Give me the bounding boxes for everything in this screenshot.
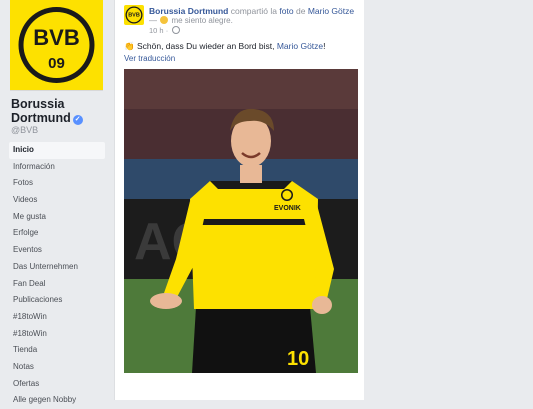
sponsor-text: EVONIK	[274, 205, 301, 212]
tagged-user-link[interactable]: Mario Götze	[308, 6, 354, 16]
right-pane	[364, 0, 533, 400]
sidebar-item-me-gusta[interactable]: Me gusta	[9, 209, 105, 226]
post-card: BVB Borussia Dortmund compartió la foto …	[114, 0, 365, 400]
clap-hand-icon: 👏	[124, 41, 135, 51]
post-photo-link[interactable]: foto	[279, 6, 293, 16]
sidebar-item-unternehmen[interactable]: Das Unternehmen	[9, 259, 105, 276]
verified-badge-icon: ✓	[72, 115, 83, 125]
sidebar-nav: Inicio Información Fotos Videos Me gusta…	[9, 142, 105, 409]
svg-text:BVB: BVB	[128, 13, 140, 19]
svg-text:09: 09	[48, 55, 65, 72]
post-timestamp[interactable]: 10 h ·	[149, 26, 181, 35]
shirt-number-text: 10	[287, 348, 309, 370]
sidebar-item-fan-deal[interactable]: Fan Deal	[9, 276, 105, 293]
sidebar-item-fotos[interactable]: Fotos	[9, 175, 105, 192]
sidebar-item-notas[interactable]: Notas	[9, 359, 105, 376]
author-avatar[interactable]: BVB	[124, 5, 144, 25]
sidebar-item-publicaciones[interactable]: Publicaciones	[9, 292, 105, 309]
sidebar-item-eventos[interactable]: Eventos	[9, 242, 105, 259]
see-translation-link[interactable]: Ver traducción	[124, 54, 175, 63]
sidebar-item-videos[interactable]: Videos	[9, 192, 105, 209]
sidebar-item-erfolge[interactable]: Erfolge	[9, 225, 105, 242]
sidebar-item-ofertas[interactable]: Ofertas	[9, 376, 105, 393]
sidebar-item-18towin[interactable]: #18toWin	[9, 309, 105, 326]
post-action-text: compartió la	[230, 6, 278, 16]
page-sidebar: BVB 09 Borussia Dortmund ✓ @BVB Inicio In…	[0, 0, 111, 404]
globe-icon	[172, 26, 181, 34]
page-title[interactable]: Borussia Dortmund ✓	[11, 97, 106, 125]
post-feeling: — me siento alegre.	[149, 16, 233, 25]
sidebar-item-inicio[interactable]: Inicio	[9, 142, 105, 159]
post-author-link[interactable]: Borussia Dortmund	[149, 6, 228, 16]
post-photo[interactable]: ACT 10 EVONIK	[124, 69, 358, 373]
svg-text:BVB: BVB	[33, 25, 79, 50]
happy-emoji-icon	[160, 16, 169, 24]
post-text: 👏 Schön, dass Du wieder an Bord bist, Ma…	[124, 41, 326, 51]
sidebar-item-tienda[interactable]: Tienda	[9, 342, 105, 359]
post-mention-link[interactable]: Mario Götze	[277, 41, 323, 51]
post-header: Borussia Dortmund compartió la foto de M…	[149, 6, 354, 16]
post-action-prep: de	[295, 6, 306, 16]
sidebar-item-alle-gegen-nobby[interactable]: Alle gegen Nobby	[9, 392, 105, 409]
sidebar-item-18towin-2[interactable]: #18toWin	[9, 326, 105, 343]
bvb-logo[interactable]: BVB 09	[10, 0, 103, 91]
sidebar-item-informacion[interactable]: Información	[9, 159, 105, 176]
page-handle[interactable]: @BVB	[11, 125, 38, 135]
